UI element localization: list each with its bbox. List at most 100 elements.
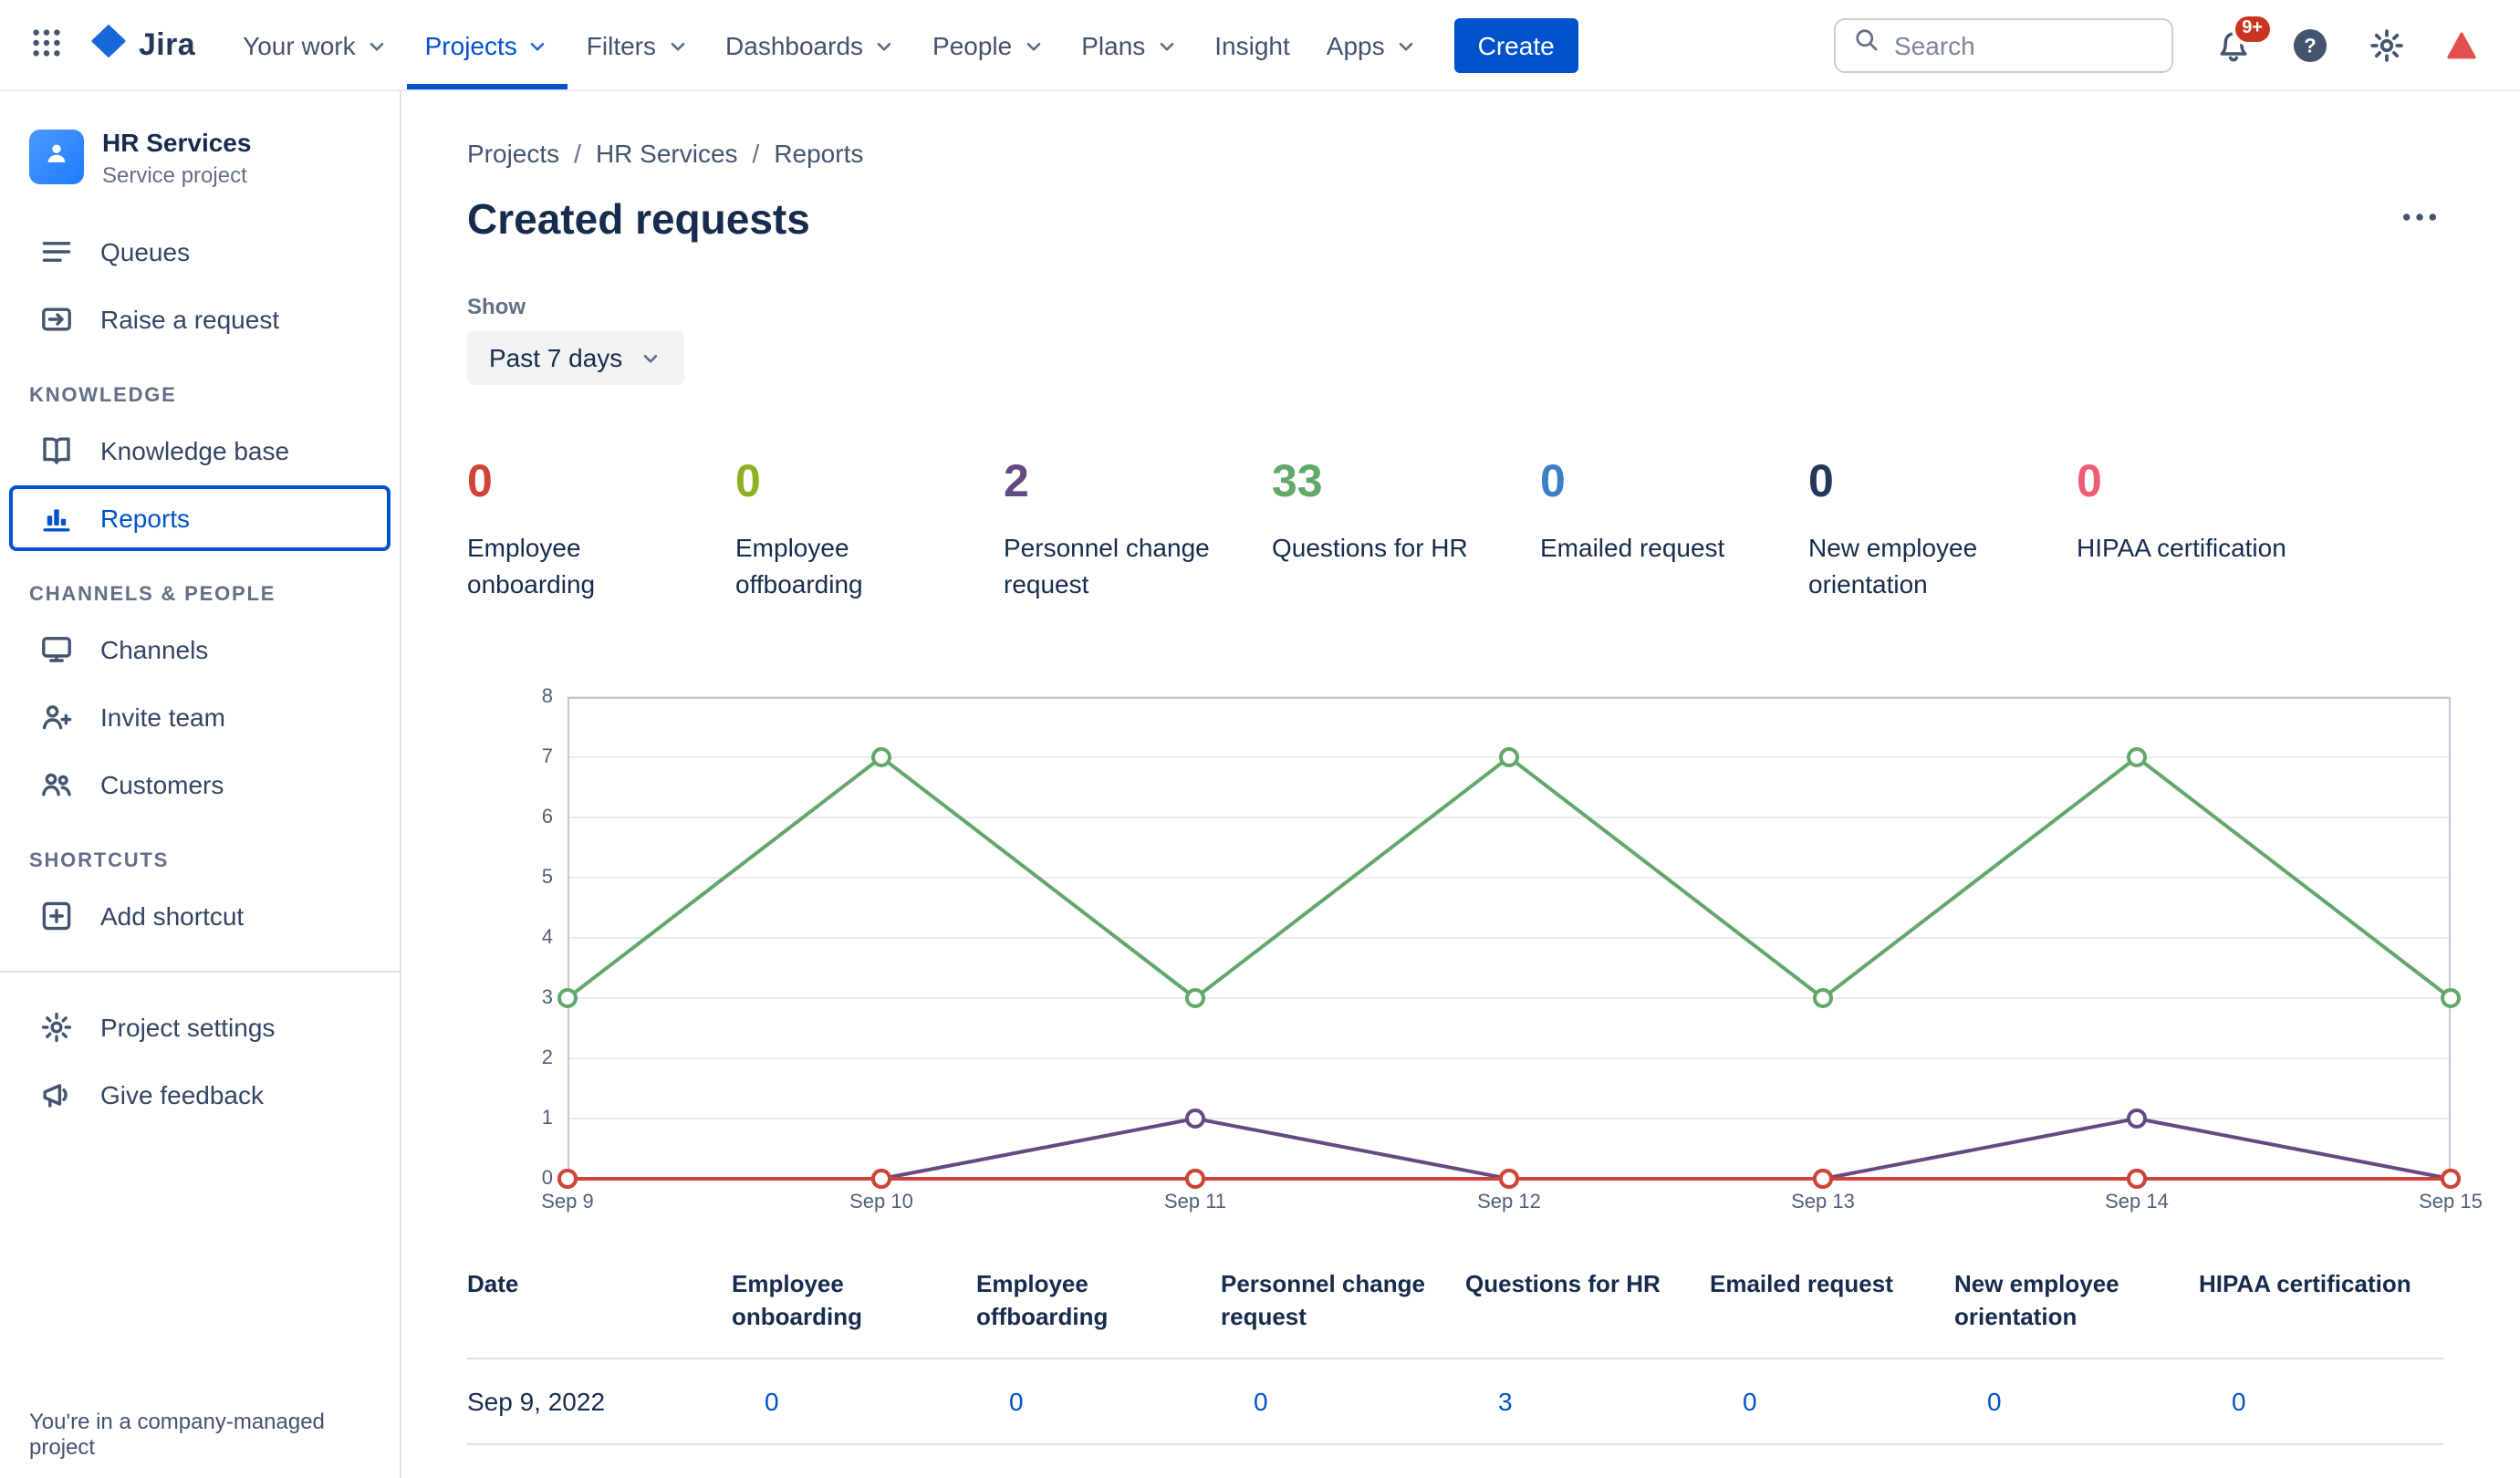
table-value-cell: 0 — [1710, 1443, 1954, 1478]
nav-item-people[interactable]: People — [914, 0, 1063, 89]
nav-item-apps[interactable]: Apps — [1308, 0, 1436, 89]
sidebar-item-invite-team[interactable]: Invite team — [9, 684, 390, 750]
requests-table: Date Employee onboarding Employee offboard… — [467, 1268, 2443, 1478]
app-switcher-button[interactable] — [18, 17, 75, 72]
breadcrumb-separator: / — [574, 139, 581, 168]
table-date-cell: Sep 10, 2022 — [467, 1443, 732, 1478]
search-input[interactable] — [1894, 30, 2155, 59]
chevron-down-icon — [365, 35, 389, 58]
sidebar-item-label: Project settings — [100, 1012, 276, 1042]
x-axis-label: Sep 9 — [541, 1192, 594, 1214]
table-value-link[interactable]: 0 — [1954, 1387, 2002, 1416]
nav-item-your-work[interactable]: Your work — [224, 0, 407, 89]
breadcrumb-link-reports[interactable]: Reports — [774, 139, 863, 168]
jira-app: Jira Your work Projects Filters Dashboards P… — [0, 0, 2520, 1478]
sidebar-item-label: Invite team — [100, 702, 225, 732]
table-value-link[interactable]: 0 — [732, 1473, 779, 1478]
give-feedback-icon — [38, 1077, 75, 1113]
sidebar-item-knowledge-base[interactable]: Knowledge base — [9, 418, 390, 484]
table-value-cell: 0 — [1221, 1443, 1465, 1478]
table-value-link[interactable]: 0 — [1221, 1387, 1268, 1416]
nav-item-plans[interactable]: Plans — [1063, 0, 1196, 89]
sidebar-section-channels-people: CHANNELS & PEOPLE — [29, 583, 276, 606]
table-value-cell: 0 — [1954, 1358, 2199, 1444]
reports-icon — [38, 500, 75, 536]
table-value-link[interactable]: 7 — [1465, 1473, 1513, 1478]
nav-item-label: Projects — [424, 30, 517, 59]
breadcrumb-link-hr-services[interactable]: HR Services — [596, 139, 738, 168]
sidebar-item-raise-a-request[interactable]: Raise a request — [9, 286, 390, 352]
table-value-link[interactable]: 0 — [732, 1387, 779, 1416]
table-header-cell: Date — [467, 1268, 732, 1360]
show-label: Show — [467, 294, 526, 319]
sidebar-item-reports[interactable]: Reports — [9, 484, 390, 551]
date-range-value: Past 7 days — [489, 343, 623, 372]
table-value-cell: 3 — [1465, 1358, 1710, 1444]
chevron-down-icon — [1394, 35, 1418, 58]
y-axis-label: 3 — [541, 987, 553, 1010]
more-options-button[interactable] — [2392, 190, 2447, 250]
stat-questions-for-hr: 33 Questions for HR — [1272, 456, 1540, 602]
main-nav: Your work Projects Filters Dashboards People… — [224, 0, 1436, 89]
breadcrumb-link-projects[interactable]: Projects — [467, 139, 559, 168]
table-value-link[interactable]: 0 — [2199, 1473, 2246, 1478]
customers-icon — [38, 766, 75, 803]
table-header-cell: Employee offboarding — [976, 1268, 1221, 1360]
settings-button[interactable] — [2356, 17, 2418, 72]
raise-request-icon — [38, 301, 75, 338]
atlassian-button[interactable] — [2432, 19, 2491, 70]
nav-item-projects[interactable]: Projects — [406, 0, 568, 89]
stat-new-employee-orientation: 0 New employee orientation — [1808, 457, 2077, 602]
table-value-cell: 0 — [1710, 1358, 1954, 1444]
help-button[interactable]: ? — [2279, 17, 2341, 72]
chevron-down-icon — [526, 35, 550, 58]
date-range-dropdown[interactable]: Past 7 days — [467, 330, 685, 385]
nav-item-dashboards[interactable]: Dashboards — [707, 0, 914, 89]
table-value-link[interactable]: 0 — [2199, 1387, 2246, 1416]
table-value-link[interactable]: 0 — [1710, 1387, 1757, 1416]
bell-button[interactable]: 9+ — [2202, 12, 2274, 72]
project-type: Service project — [102, 161, 247, 188]
y-axis-label: 1 — [541, 1108, 553, 1130]
sidebar-item-queues[interactable]: Queues — [9, 219, 390, 285]
table-header-label: Employee offboarding — [976, 1270, 1109, 1330]
sidebar-item-channels[interactable]: Channels — [9, 617, 390, 682]
table-value-link[interactable]: 0 — [1221, 1473, 1268, 1478]
table-header-label: Employee onboarding — [732, 1270, 862, 1330]
nav-icon-group: 9+? — [2202, 12, 2491, 72]
sidebar-section-shortcuts: SHORTCUTS — [29, 849, 170, 872]
jira-logo-icon — [89, 21, 128, 68]
table-value-link[interactable]: 0 — [1710, 1473, 1757, 1478]
stat-label: Employee onboarding — [467, 532, 596, 598]
chevron-down-icon — [665, 35, 689, 58]
stat-label: Personnel change request — [1004, 532, 1210, 598]
stat-value: 0 — [2077, 456, 2102, 507]
table-value-link[interactable]: 0 — [1954, 1473, 2002, 1478]
sidebar-item-add-shortcut[interactable]: Add shortcut — [9, 883, 390, 949]
jira-logo[interactable]: Jira — [89, 0, 195, 89]
sidebar-divider — [0, 970, 400, 973]
project-header[interactable]: HR Services Service project — [0, 113, 400, 217]
table-header-label: Date — [467, 1270, 519, 1298]
breadcrumb-separator: / — [752, 139, 760, 168]
sidebar-item-give-feedback[interactable]: Give feedback — [9, 1062, 390, 1128]
create-button[interactable]: Create — [1453, 17, 1578, 72]
x-axis-label: Sep 11 — [1163, 1192, 1227, 1214]
svg-text:?: ? — [2304, 33, 2316, 56]
requests-line-chart: 012345678 Sep 9 Sep 10 Sep 11 Sep 12 Sep 13 S… — [541, 686, 2483, 1221]
table-value-link[interactable]: 3 — [1465, 1387, 1513, 1416]
sidebar-item-customers[interactable]: Customers — [9, 752, 390, 817]
table-value-cell: 7 — [1465, 1443, 1710, 1478]
stat-emailed-request: 0 Emailed request — [1540, 457, 1808, 602]
project-managed-note: You're in a company-managed project — [29, 1409, 325, 1460]
table-value-link[interactable]: 0 — [976, 1473, 1024, 1478]
nav-item-insight[interactable]: Insight — [1196, 0, 1308, 89]
sidebar-item-project-settings[interactable]: Project settings — [9, 994, 390, 1060]
table-date-cell: Sep 9, 2022 — [467, 1387, 606, 1417]
stat-value: 33 — [1272, 456, 1323, 507]
x-axis-label: Sep 13 — [1791, 1192, 1855, 1214]
nav-item-filters[interactable]: Filters — [568, 0, 707, 89]
search-box — [1834, 17, 2173, 72]
table-header-cell: Personnel change request — [1221, 1268, 1465, 1360]
table-value-link[interactable]: 0 — [976, 1387, 1024, 1416]
